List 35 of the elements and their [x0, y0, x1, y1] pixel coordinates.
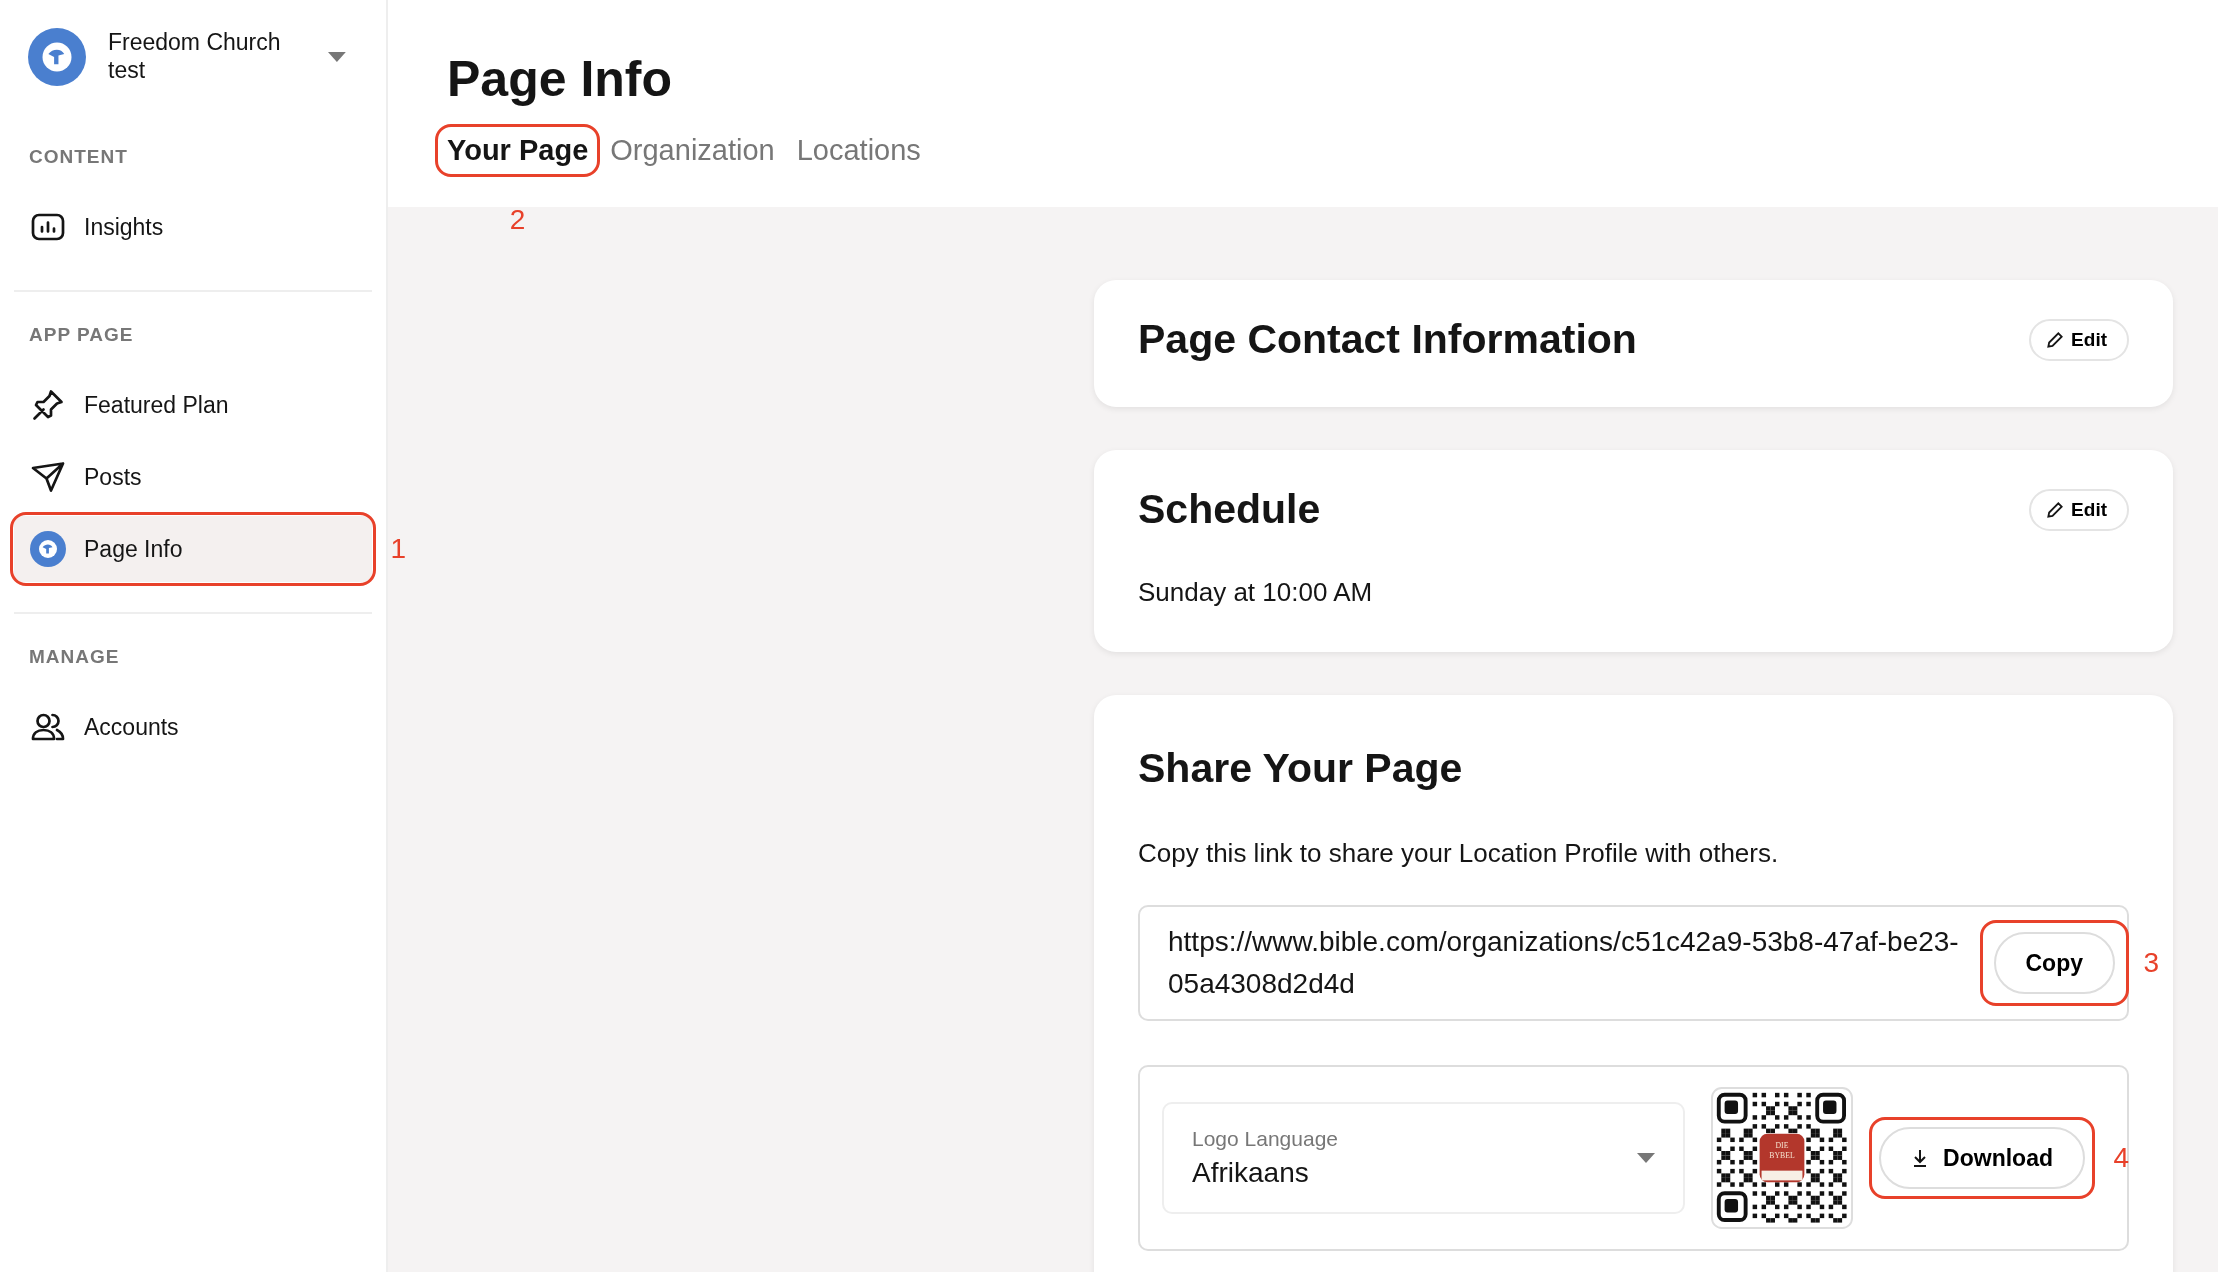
dropdown-caret-icon[interactable] [328, 52, 346, 62]
share-description: Copy this link to share your Location Profile with others. [1138, 838, 1780, 869]
sidebar-item[interactable]: Posts [14, 444, 372, 510]
card-title: Schedule [1138, 486, 1321, 533]
pencil-icon [2045, 499, 2066, 520]
schedule-text: Sunday at 10:00 AM [1138, 577, 1374, 608]
section-label: APP PAGE [28, 324, 135, 346]
card-title: Share Your Page [1138, 745, 1464, 792]
pencil-icon [2045, 329, 2066, 350]
annotation-number: 3 [2143, 947, 2159, 979]
tab[interactable]: Locations [788, 128, 929, 173]
copy-button[interactable]: Copy [1993, 932, 2115, 994]
section-label: CONTENT [28, 146, 129, 168]
tab[interactable]: Organization [602, 128, 783, 173]
qr-code-drawing: DIE BYBEL [1711, 1087, 1854, 1229]
card-title: Page Contact Information [1138, 316, 1637, 363]
logo-language-select[interactable]: Logo Language Afrikaans [1162, 1102, 1686, 1214]
logo-avatar-icon [28, 28, 86, 86]
sidebar-item[interactable]: Accounts [14, 694, 372, 760]
annotation-number: 4 [2113, 1142, 2129, 1174]
annotation-number: 1 [390, 533, 406, 565]
download-button[interactable]: Download [1879, 1127, 2085, 1189]
logo-avatar-icon [30, 531, 66, 567]
section-label: MANAGE [28, 646, 121, 668]
send-icon [30, 459, 66, 495]
tab[interactable]: Your Page [439, 128, 597, 173]
dropdown-caret-icon [1637, 1153, 1656, 1163]
edit-button[interactable]: Edit [2029, 318, 2129, 361]
page-title: Page Info [447, 50, 674, 108]
annotation-number: 2 [509, 204, 526, 236]
sidebar-item[interactable]: Insights [14, 194, 372, 260]
pushpin-icon [30, 387, 66, 423]
organization-name: Freedom Church test [108, 29, 282, 85]
edit-button[interactable]: Edit [2029, 488, 2129, 531]
sidebar-item[interactable]: Featured Plan [14, 372, 372, 438]
